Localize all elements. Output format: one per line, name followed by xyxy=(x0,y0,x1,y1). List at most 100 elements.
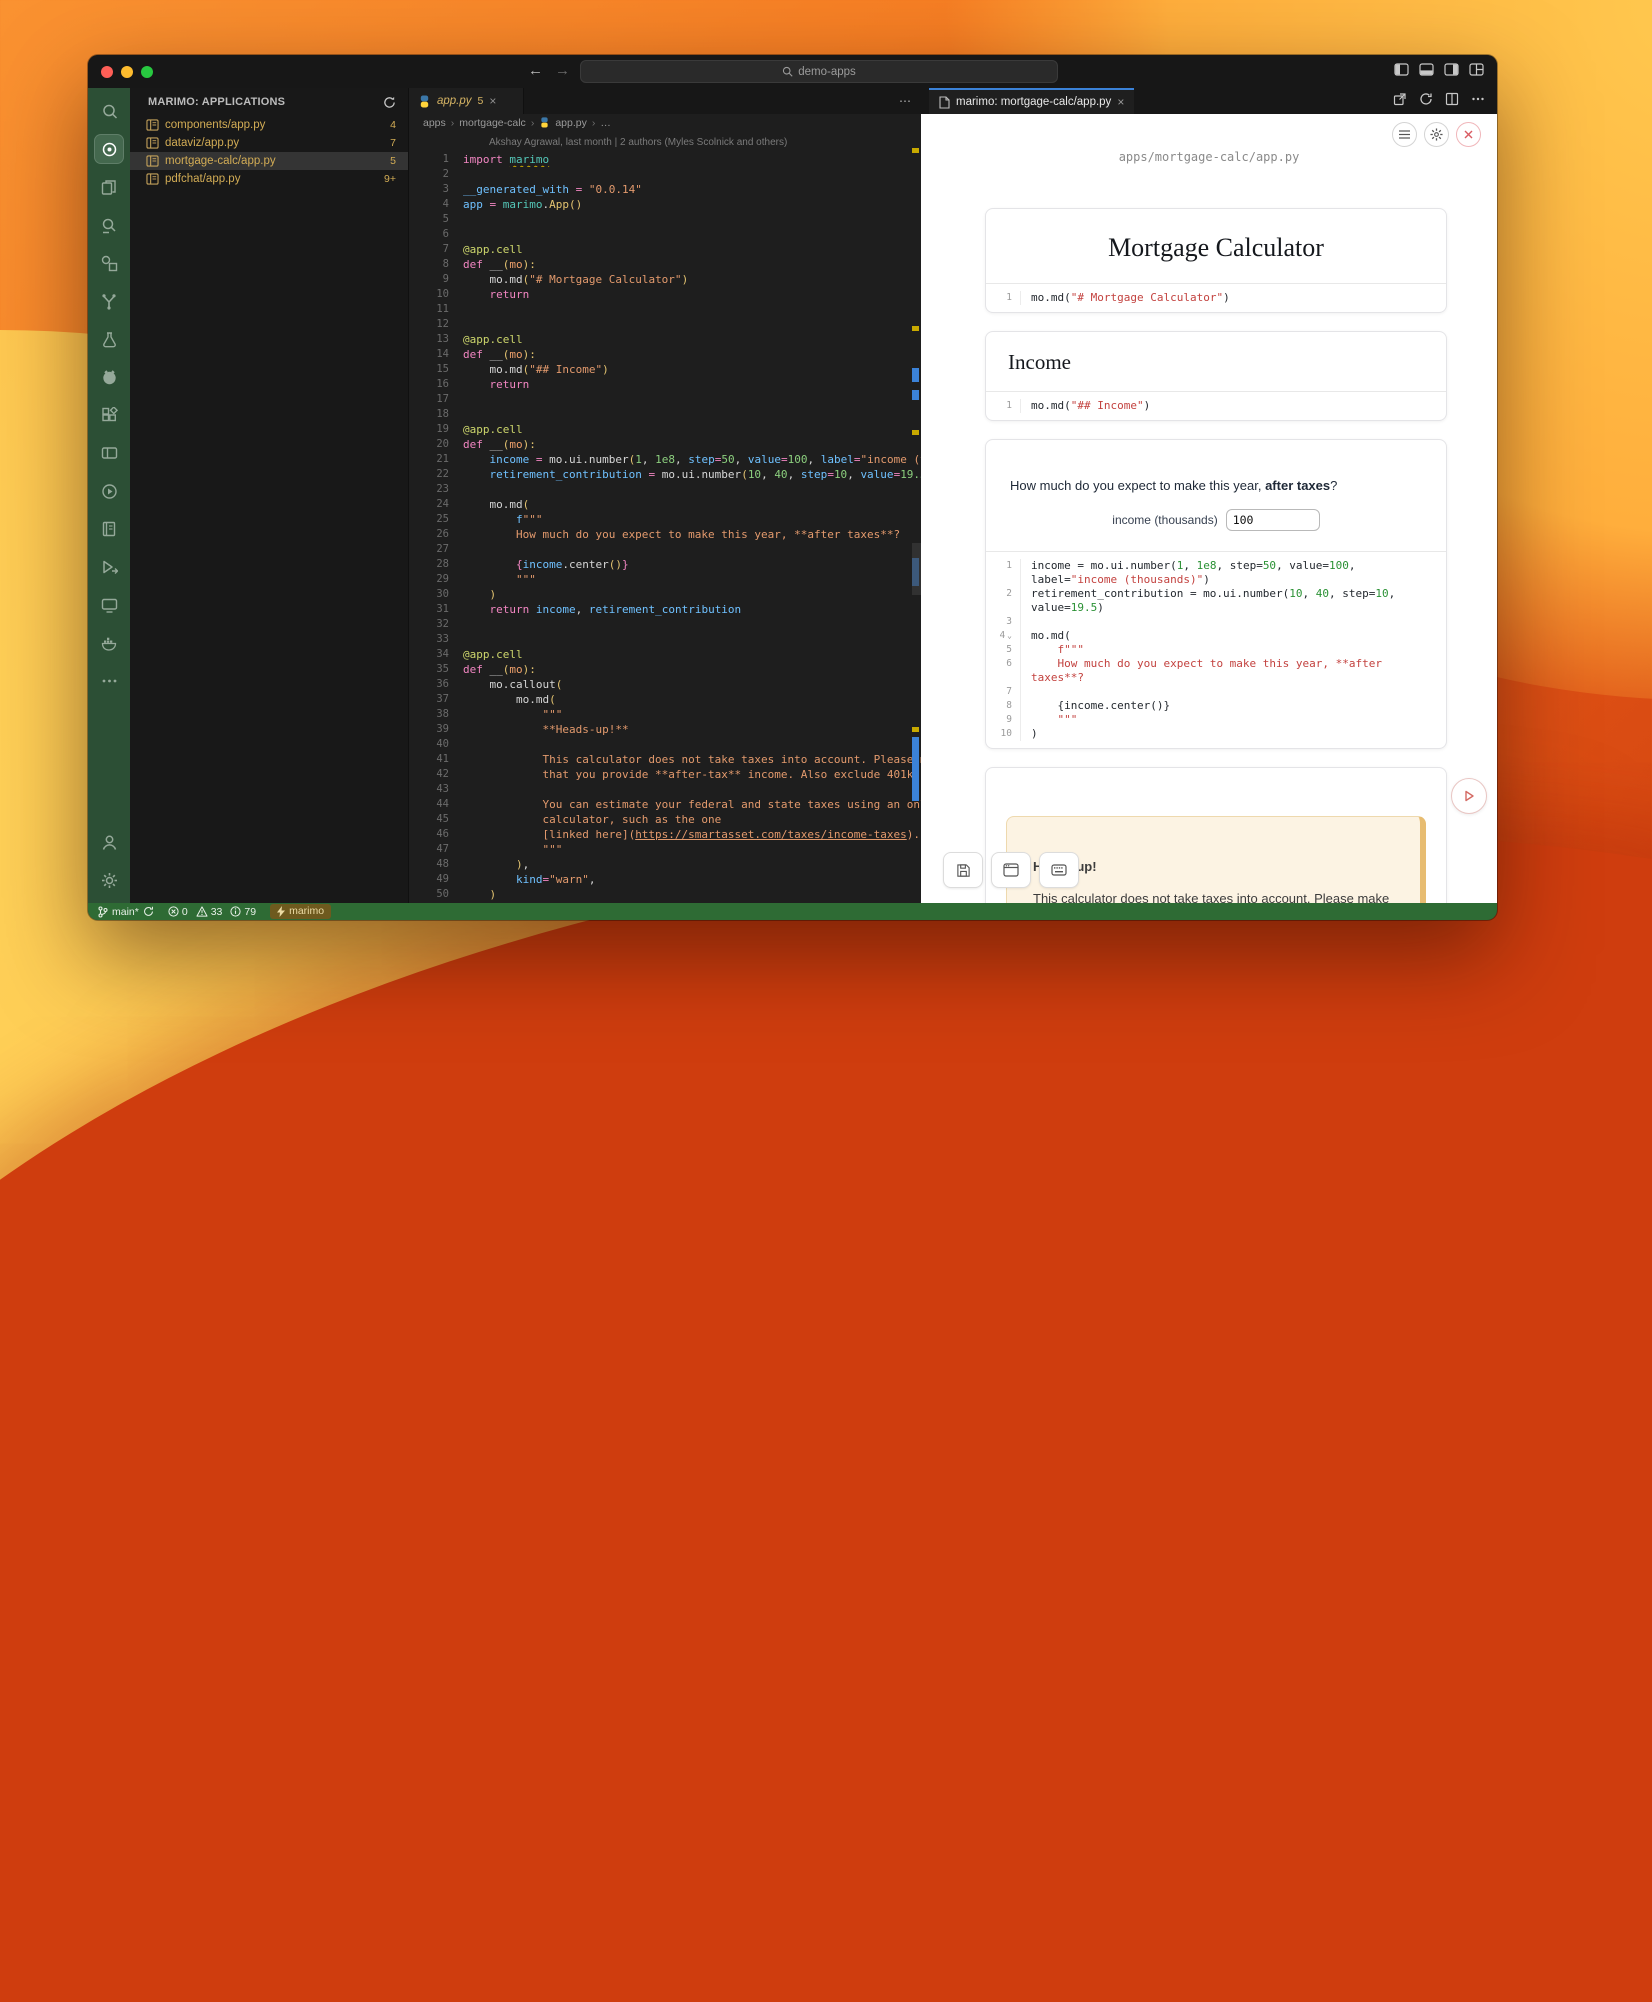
back-icon[interactable]: ← xyxy=(528,62,543,79)
activity-item-account[interactable] xyxy=(88,823,130,861)
close-window-button[interactable] xyxy=(101,66,113,78)
code-line[interactable]: 41 This calculator does not take taxes i… xyxy=(409,752,921,767)
code-line[interactable]: 17 xyxy=(409,392,921,407)
code-line[interactable]: 37 mo.md( xyxy=(409,692,921,707)
command-center-search[interactable]: demo-apps xyxy=(580,60,1058,83)
problems-item[interactable]: 0 33 79 xyxy=(168,906,256,918)
code-editor[interactable]: Akshay Agrawal, last month | 2 authors (… xyxy=(409,131,921,903)
open-external-icon[interactable] xyxy=(1393,92,1407,111)
toggle-sidebar-icon[interactable] xyxy=(1394,63,1409,76)
editor-actions-more-icon[interactable]: ⋯ xyxy=(899,88,911,114)
code-line[interactable]: 26 How much do you expect to make this y… xyxy=(409,527,921,542)
activity-item-pipeline[interactable] xyxy=(88,282,130,320)
more-icon[interactable] xyxy=(1471,92,1485,111)
code-line[interactable]: 16 return xyxy=(409,377,921,392)
code-line[interactable]: 19@app.cell xyxy=(409,422,921,437)
breadcrumb-item[interactable]: … xyxy=(600,117,611,129)
app-menu-button[interactable] xyxy=(1392,122,1417,147)
keyboard-shortcuts-button[interactable] xyxy=(1039,852,1079,888)
income-input[interactable] xyxy=(1226,509,1320,531)
save-button[interactable] xyxy=(943,852,983,888)
sidebar-item-pdfchat-app-py[interactable]: pdfchat/app.py9+ xyxy=(130,170,408,188)
activity-item-search[interactable] xyxy=(88,92,130,130)
split-editor-icon[interactable] xyxy=(1445,92,1459,111)
activity-item-settings[interactable] xyxy=(88,861,130,899)
toggle-panel-icon[interactable] xyxy=(1419,63,1434,76)
activity-item-marimo-apps[interactable] xyxy=(88,130,130,168)
refresh-icon[interactable] xyxy=(383,96,396,109)
code-line[interactable]: 15 mo.md("## Income") xyxy=(409,362,921,377)
code-line[interactable]: 50 ) xyxy=(409,887,921,902)
code-line[interactable]: 13@app.cell xyxy=(409,332,921,347)
editor-scrollbar[interactable] xyxy=(912,543,921,595)
tab-marimo-webview[interactable]: marimo: mortgage-calc/app.py × xyxy=(929,88,1134,114)
breadcrumb-item[interactable]: mortgage-calc xyxy=(459,117,526,129)
code-line[interactable]: 8def __(mo): xyxy=(409,257,921,272)
activity-item-docker[interactable] xyxy=(88,624,130,662)
code-line[interactable]: 45 calculator, such as the one xyxy=(409,812,921,827)
code-line[interactable]: 20def __(mo): xyxy=(409,437,921,452)
code-line[interactable]: 40 xyxy=(409,737,921,752)
activity-item-search-editor[interactable] xyxy=(88,206,130,244)
breadcrumb[interactable]: apps›mortgage-calc›app.py›… xyxy=(409,114,921,131)
code-line[interactable]: 25 f""" xyxy=(409,512,921,527)
code-line[interactable]: 1import marimo xyxy=(409,152,921,167)
code-line[interactable]: 7@app.cell xyxy=(409,242,921,257)
customize-layout-icon[interactable] xyxy=(1469,63,1484,76)
open-window-button[interactable] xyxy=(991,852,1031,888)
cell-code[interactable]: 1mo.md("# Mortgage Calculator") xyxy=(986,284,1446,312)
code-line[interactable]: 32 xyxy=(409,617,921,632)
code-line[interactable]: 39 **Heads-up!** xyxy=(409,722,921,737)
code-line[interactable]: 31 return income, retirement_contributio… xyxy=(409,602,921,617)
code-line[interactable]: 10 return xyxy=(409,287,921,302)
sidebar-item-mortgage-calc-app-py[interactable]: mortgage-calc/app.py5 xyxy=(130,152,408,170)
code-line[interactable]: 46 [linked here](https://smartasset.com/… xyxy=(409,827,921,842)
activity-item-symbols[interactable] xyxy=(88,244,130,282)
activity-item-test-beaker[interactable] xyxy=(88,320,130,358)
code-line[interactable]: 14def __(mo): xyxy=(409,347,921,362)
code-line[interactable]: 2 xyxy=(409,167,921,182)
code-line[interactable]: 34@app.cell xyxy=(409,647,921,662)
code-line[interactable]: 3__generated_with = "0.0.14" xyxy=(409,182,921,197)
code-line[interactable]: 24 mo.md( xyxy=(409,497,921,512)
activity-item-more[interactable] xyxy=(88,662,130,700)
sidebar-item-components-app-py[interactable]: components/app.py4 xyxy=(130,116,408,134)
code-line[interactable]: 49 kind="warn", xyxy=(409,872,921,887)
activity-item-github[interactable] xyxy=(88,358,130,396)
code-line[interactable]: 22 retirement_contribution = mo.ui.numbe… xyxy=(409,467,921,482)
code-line[interactable]: 27 xyxy=(409,542,921,557)
code-line[interactable]: 38 """ xyxy=(409,707,921,722)
code-line[interactable]: 5 xyxy=(409,212,921,227)
code-line[interactable]: 29 """ xyxy=(409,572,921,587)
code-line[interactable]: 44 You can estimate your federal and sta… xyxy=(409,797,921,812)
code-line[interactable]: 23 xyxy=(409,482,921,497)
code-line[interactable]: 30 ) xyxy=(409,587,921,602)
tab-close-icon[interactable]: × xyxy=(489,94,496,108)
code-line[interactable]: 12 xyxy=(409,317,921,332)
tab-close-icon[interactable]: × xyxy=(1117,95,1124,109)
sidebar-item-dataviz-app-py[interactable]: dataviz/app.py7 xyxy=(130,134,408,152)
code-line[interactable]: 21 income = mo.ui.number(1, 1e8, step=50… xyxy=(409,452,921,467)
run-app-button[interactable] xyxy=(1451,778,1487,814)
marimo-status-badge[interactable]: marimo xyxy=(270,904,331,919)
code-line[interactable]: 48 ), xyxy=(409,857,921,872)
code-line[interactable]: 36 mo.callout( xyxy=(409,677,921,692)
code-line[interactable]: 47 """ xyxy=(409,842,921,857)
git-branch-item[interactable]: main* xyxy=(98,906,154,918)
code-line[interactable]: 6 xyxy=(409,227,921,242)
maximize-window-button[interactable] xyxy=(141,66,153,78)
breadcrumb-item[interactable]: app.py xyxy=(555,117,587,129)
code-line[interactable]: 28 {income.center()} xyxy=(409,557,921,572)
activity-item-explorer[interactable] xyxy=(88,168,130,206)
code-line[interactable]: 33 xyxy=(409,632,921,647)
activity-item-extensions[interactable] xyxy=(88,396,130,434)
activity-item-notebook[interactable] xyxy=(88,510,130,548)
code-line[interactable]: 43 xyxy=(409,782,921,797)
activity-item-run-circle[interactable] xyxy=(88,472,130,510)
tab-app-py[interactable]: app.py 5 × xyxy=(409,88,524,114)
app-settings-button[interactable] xyxy=(1424,122,1449,147)
cell-code[interactable]: 1income = mo.ui.number(1, 1e8, step=50, … xyxy=(986,552,1446,748)
code-line[interactable]: 35def __(mo): xyxy=(409,662,921,677)
activity-item-run-debug[interactable] xyxy=(88,548,130,586)
code-line[interactable]: 4app = marimo.App() xyxy=(409,197,921,212)
